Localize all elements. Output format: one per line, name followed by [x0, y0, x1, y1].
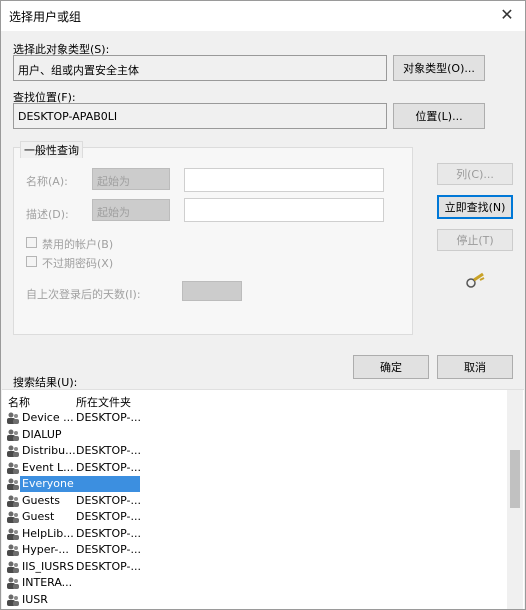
row-folder: DESKTOP-...: [76, 460, 141, 474]
table-row[interactable]: Distribu... DESKTOP-...: [2, 443, 508, 459]
row-name: Hyper-...: [22, 543, 69, 556]
row-folder: DESKTOP-...: [76, 411, 141, 424]
table-row[interactable]: Everyone: [2, 476, 508, 492]
disabled-accounts-label: 禁用的帐户(B): [42, 238, 114, 251]
user-group-icon: [7, 445, 19, 457]
user-group-icon: [7, 429, 19, 441]
stop-button[interactable]: 停止(T): [437, 229, 513, 251]
table-row[interactable]: DIALUP: [2, 427, 508, 443]
name-match-select[interactable]: 起始为: [92, 168, 170, 190]
description-match-select[interactable]: 起始为: [92, 199, 170, 221]
row-folder: DESKTOP-...: [76, 543, 141, 556]
column-header-folder[interactable]: 所在文件夹: [76, 394, 131, 410]
user-group-icon: [7, 561, 19, 573]
name-label: 名称(A):: [26, 175, 68, 188]
table-row[interactable]: Guests DESKTOP-...: [2, 493, 508, 509]
results-scrollbar[interactable]: [507, 390, 523, 609]
search-results-list[interactable]: 名称 所在文件夹 Device ... DESKTOP-... DIALUP Dist…: [2, 389, 524, 609]
non-expiring-password-label: 不过期密码(X): [42, 257, 114, 270]
cancel-button[interactable]: 取消: [437, 355, 513, 379]
table-row[interactable]: IUSR: [2, 592, 508, 608]
search-results-label: 搜索结果(U):: [13, 376, 78, 389]
row-folder: DESKTOP-...: [76, 510, 141, 523]
description-label: 描述(D):: [26, 208, 69, 221]
search-users-icon: [466, 272, 485, 288]
days-since-logon-label: 自上次登录后的天数(I):: [26, 288, 141, 301]
object-type-field: 用户、组或内置安全主体: [13, 55, 387, 81]
user-group-icon: [7, 495, 19, 507]
table-row[interactable]: HelpLib... DESKTOP-...: [2, 526, 508, 542]
name-input[interactable]: [184, 168, 384, 192]
non-expiring-password-checkbox[interactable]: [26, 256, 37, 267]
ok-button[interactable]: 确定: [353, 355, 429, 379]
column-header-name[interactable]: 名称: [8, 394, 30, 410]
row-name: IUSR: [22, 592, 48, 606]
general-query-tab[interactable]: 一般性查询: [20, 141, 83, 158]
row-name: Device ...: [22, 411, 74, 424]
row-name: Guests: [22, 493, 61, 507]
object-types-button[interactable]: 对象类型(O)...: [393, 55, 485, 81]
row-name: INTERA...: [22, 576, 73, 589]
table-row[interactable]: Device ... DESKTOP-...: [2, 410, 508, 426]
table-row[interactable]: Event L... DESKTOP-...: [2, 460, 508, 476]
description-input[interactable]: [184, 198, 384, 222]
user-group-icon: [7, 577, 19, 589]
table-row[interactable]: IIS_IUSRS DESKTOP-...: [2, 559, 508, 575]
user-group-icon: [7, 478, 19, 490]
row-name: Distribu...: [22, 444, 76, 457]
row-name: Guest: [22, 510, 55, 523]
row-name: DIALUP: [22, 427, 62, 441]
locations-button[interactable]: 位置(L)...: [393, 103, 485, 129]
row-name: HelpLib...: [22, 526, 74, 540]
days-since-logon-select[interactable]: [182, 281, 242, 301]
row-name: Event L...: [22, 460, 74, 474]
close-icon[interactable]: ✕: [497, 5, 517, 25]
user-group-icon: [7, 544, 19, 556]
user-group-icon: [7, 462, 19, 474]
user-group-icon: [7, 412, 19, 424]
title-bar: 选择用户或组 ✕: [1, 1, 525, 31]
general-query-panel: 一般性查询 名称(A): 起始为 描述(D): 起始为 禁用的帐户(B) 不过期…: [13, 141, 413, 335]
disabled-accounts-checkbox[interactable]: [26, 237, 37, 248]
columns-button[interactable]: 列(C)...: [437, 163, 513, 185]
row-name: IIS_IUSRS: [22, 559, 74, 573]
user-group-icon: [7, 594, 19, 606]
user-group-icon: [7, 528, 19, 540]
window-title: 选择用户或组: [9, 10, 82, 24]
row-folder: DESKTOP-...: [76, 526, 141, 540]
location-field: DESKTOP-APAB0LI: [13, 103, 387, 129]
table-row[interactable]: Guest DESKTOP-...: [2, 509, 508, 525]
user-group-icon: [7, 511, 19, 523]
row-folder: DESKTOP-...: [76, 444, 141, 457]
select-users-dialog: 选择用户或组 ✕ 选择此对象类型(S): 用户、组或内置安全主体 对象类型(O)…: [0, 0, 526, 610]
table-row[interactable]: INTERA...: [2, 575, 508, 591]
table-row[interactable]: Hyper-... DESKTOP-...: [2, 542, 508, 558]
row-folder: DESKTOP-...: [76, 559, 141, 573]
find-now-button[interactable]: 立即查找(N): [437, 195, 513, 219]
row-name: Everyone: [22, 477, 74, 490]
scrollbar-thumb[interactable]: [510, 450, 520, 508]
row-folder: DESKTOP-...: [76, 493, 141, 507]
